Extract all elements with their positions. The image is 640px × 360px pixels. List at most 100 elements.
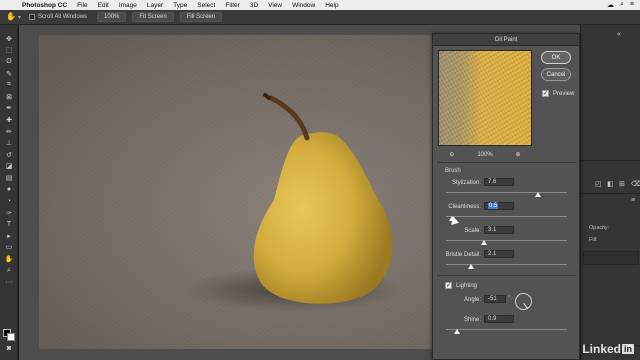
menu-layer[interactable]: Layer: [147, 2, 163, 9]
bristle-detail-slider[interactable]: [468, 264, 475, 269]
filter-preview[interactable]: [438, 50, 532, 146]
ok-button[interactable]: OK: [541, 51, 571, 64]
chevron-icon[interactable]: «: [617, 31, 621, 38]
hand-tool-icon[interactable]: ✋: [0, 253, 18, 265]
notification-icon[interactable]: ≡: [630, 1, 634, 9]
fill-screen-button[interactable]: Fill Screen: [179, 12, 223, 22]
shine-label: Shine:: [463, 317, 481, 323]
degree-symbol: °: [508, 295, 510, 301]
menu-type[interactable]: Type: [173, 2, 187, 9]
lasso-icon[interactable]: ʘ: [0, 56, 18, 68]
bristle-detail-field[interactable]: 2.1: [484, 250, 514, 258]
layer-row[interactable]: [583, 251, 639, 265]
move-icon[interactable]: ✥: [0, 33, 18, 45]
shape-icon[interactable]: ▭: [0, 242, 18, 254]
options-bar: ✋ ▾ Scroll All Windows 100% Fit Screen F…: [0, 10, 640, 25]
history-brush-icon[interactable]: ↺: [0, 149, 18, 161]
zoom-tool-icon[interactable]: ⌕: [0, 265, 18, 277]
bristle-detail-label: Bristle Detail:: [445, 252, 481, 258]
path-select-icon[interactable]: ▸: [0, 230, 18, 242]
brush-icon[interactable]: ✏: [0, 126, 18, 138]
dialog-title: Oil Paint: [433, 34, 579, 46]
stylization-field[interactable]: 7.6: [484, 178, 514, 186]
menu-3d[interactable]: 3D: [250, 2, 258, 9]
fit-screen-button[interactable]: Fit Screen: [132, 12, 174, 22]
opacity-label: Opacity:: [589, 225, 610, 231]
stamp-icon[interactable]: ⊥: [0, 137, 18, 149]
menu-bar: Photoshop CC File Edit Image Layer Type …: [0, 0, 640, 10]
cleanliness-track[interactable]: [446, 216, 567, 217]
crop-icon[interactable]: ⌗: [0, 79, 18, 91]
menu-view[interactable]: View: [268, 2, 282, 9]
zoom-level: 100%: [477, 151, 493, 158]
lighting-checkbox-group[interactable]: ✓ Lighting: [445, 282, 477, 289]
creative-cloud-icon[interactable]: ☁: [607, 1, 614, 9]
zoom-out-icon[interactable]: ⊖: [449, 151, 454, 158]
scroll-all-label: Scroll All Windows: [38, 14, 88, 20]
cleanliness-field[interactable]: 0.5: [484, 202, 514, 210]
scale-track[interactable]: [446, 240, 567, 241]
lighting-checkbox[interactable]: ✓: [445, 282, 452, 289]
preview-zoom-controls: ⊖ 100% ⊕: [438, 151, 532, 159]
stylization-track[interactable]: [446, 192, 567, 193]
stylization-slider[interactable]: [534, 192, 541, 197]
app-name[interactable]: Photoshop CC: [22, 2, 67, 9]
zoom-100-button[interactable]: 100%: [97, 12, 127, 22]
shine-field[interactable]: 0.9: [484, 315, 514, 323]
quick-select-icon[interactable]: ✎: [0, 68, 18, 80]
pen-icon[interactable]: ✑: [0, 207, 18, 219]
dodge-icon[interactable]: ◔: [0, 195, 18, 207]
preview-checkbox-group[interactable]: ✓ Preview: [542, 90, 574, 97]
zoom-in-icon[interactable]: ⊕: [516, 151, 521, 158]
oil-paint-dialog: Oil Paint OK Cancel ✓ Preview ⊖ 100% ⊕ B…: [432, 33, 580, 360]
right-panels: « ◰ ◧ ⊞ ⌫ ≡ Opacity: Fill:: [580, 25, 640, 360]
fill-label: Fill:: [589, 237, 598, 243]
tools-panel: ✥ ⬚ ʘ ✎ ⌗ ⊠ ✒ ✚ ✏ ⊥ ↺ ◪ ▤ ● ◔ ✑ T ▸ ▭ ✋ …: [0, 25, 18, 360]
menu-select[interactable]: Select: [197, 2, 215, 9]
scale-field[interactable]: 3.1: [484, 226, 514, 234]
new-layer-icon[interactable]: ⊞: [619, 180, 625, 188]
eraser-icon[interactable]: ◪: [0, 161, 18, 173]
menu-help[interactable]: Help: [325, 2, 338, 9]
menu-edit[interactable]: Edit: [98, 2, 109, 9]
cleanliness-label: Cleanliness:: [448, 204, 481, 210]
scale-label: Scale:: [464, 228, 481, 234]
preview-label: Preview: [553, 90, 575, 97]
delete-icon[interactable]: ⌫: [631, 180, 640, 188]
panel-menu-icon[interactable]: ≡: [631, 197, 635, 204]
apple-icon[interactable]: [8, 1, 16, 9]
frame-icon[interactable]: ⊠: [0, 91, 18, 103]
more-tools-icon[interactable]: ···: [0, 276, 18, 288]
angle-dial-icon[interactable]: [515, 293, 532, 310]
marquee-icon[interactable]: ⬚: [0, 45, 18, 57]
bristle-detail-track[interactable]: [446, 264, 567, 265]
background-color[interactable]: [7, 333, 15, 341]
hand-icon[interactable]: ✋: [6, 12, 16, 22]
angle-field[interactable]: -51: [484, 295, 506, 303]
chevron-down-icon[interactable]: ▾: [18, 14, 21, 21]
shine-slider[interactable]: [453, 329, 460, 334]
eyedropper-icon[interactable]: ✒: [0, 103, 18, 115]
layer-fx-icon[interactable]: ◰: [595, 180, 602, 188]
healing-icon[interactable]: ✚: [0, 114, 18, 126]
blur-icon[interactable]: ●: [0, 184, 18, 196]
spotlight-icon[interactable]: ⌕: [620, 1, 624, 9]
linkedin-watermark: Linked in: [582, 342, 634, 356]
menu-filter[interactable]: Filter: [225, 2, 239, 9]
watermark-text: Linked: [582, 342, 621, 356]
preview-checkbox[interactable]: ✓: [542, 90, 549, 97]
watermark-badge: in: [622, 344, 634, 354]
layer-mask-icon[interactable]: ◧: [607, 180, 614, 188]
cleanliness-value: 0.5: [488, 203, 499, 209]
cancel-button[interactable]: Cancel: [541, 68, 571, 81]
type-icon[interactable]: T: [0, 219, 18, 231]
menu-file[interactable]: File: [77, 2, 87, 9]
lighting-label: Lighting: [456, 282, 478, 289]
menu-image[interactable]: Image: [119, 2, 137, 9]
shine-track[interactable]: [446, 329, 567, 330]
quick-mask-icon[interactable]: ◙: [0, 343, 18, 355]
scale-slider[interactable]: [480, 240, 487, 245]
menu-window[interactable]: Window: [292, 2, 315, 9]
scroll-all-checkbox[interactable]: [29, 14, 36, 20]
gradient-icon[interactable]: ▤: [0, 172, 18, 184]
